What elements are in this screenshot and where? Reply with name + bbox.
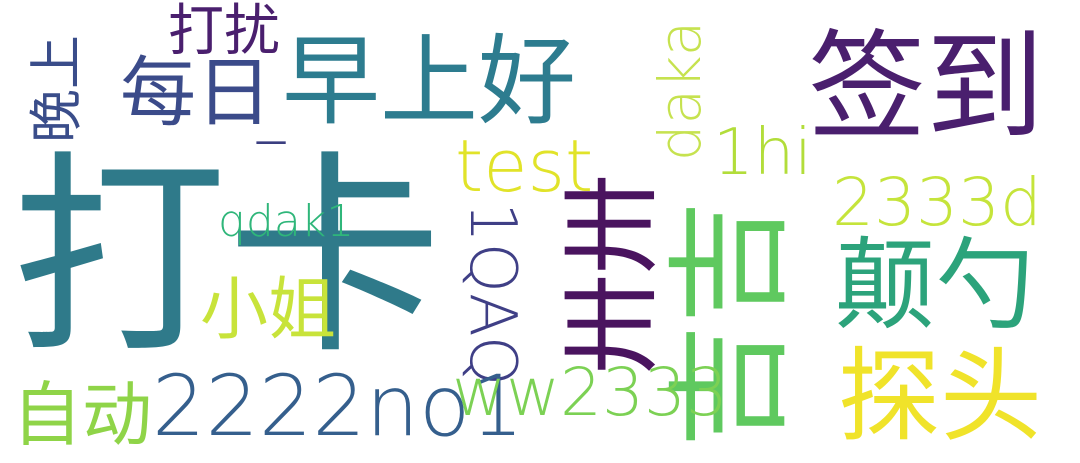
word-auto: 自动 xyxy=(12,374,152,456)
word-daily: 每日 xyxy=(120,48,272,137)
word-ww2333: ww2333 xyxy=(452,354,728,431)
word-cloud: 打卡 签到 早上好 每日 打扰 晚上 test daka 1hi 2333d q… xyxy=(0,0,1080,463)
word-dianshao: 颠勺 xyxy=(835,227,1035,344)
word-miss: 小姐 xyxy=(200,271,337,350)
word-1hi: 1hi xyxy=(713,116,813,190)
word-qdak1: qdak1 xyxy=(218,196,355,247)
word-daka: daka xyxy=(646,20,715,162)
word-sasa: 卅卅 xyxy=(553,174,670,374)
word-disturb: 打扰 xyxy=(168,0,280,64)
word-evening: 晚上 xyxy=(25,35,88,143)
word-dash: 一 xyxy=(255,125,288,163)
word-sign-in: 签到 xyxy=(808,18,1045,156)
word-good-morning: 早上好 xyxy=(282,25,577,139)
word-tantou: 探头 xyxy=(838,338,1042,457)
